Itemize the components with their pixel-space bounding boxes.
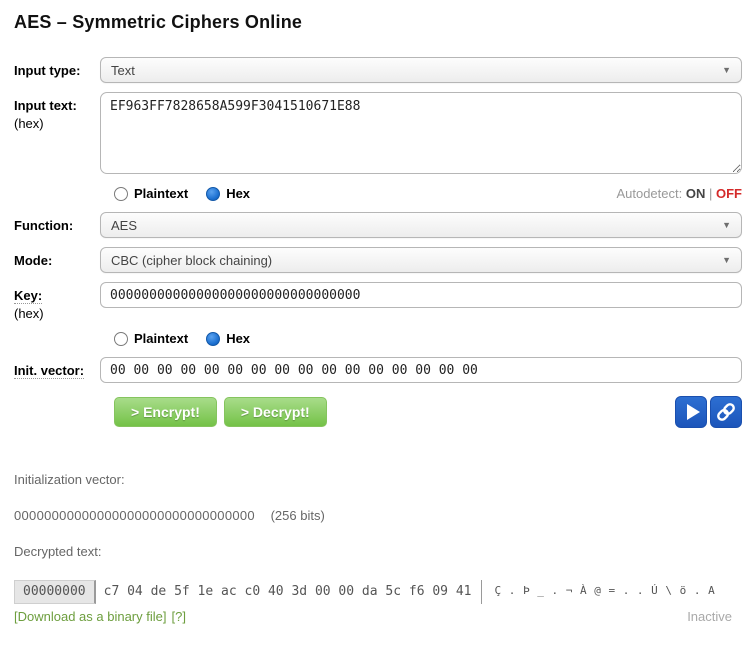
input-type-row: Input type: Text ▼ — [14, 57, 742, 83]
run-button[interactable] — [675, 396, 707, 428]
key-plaintext-radio-label[interactable]: Plaintext — [134, 331, 188, 346]
iv-output-line: 00000000000000000000000000000000 (256 bi… — [14, 508, 742, 523]
autodetect-control: Autodetect: ON | OFF — [616, 186, 742, 201]
decrypted-text-label: Decrypted text: — [14, 544, 742, 559]
autodetect-label: Autodetect: — [616, 186, 682, 201]
key-plaintext-radio[interactable] — [114, 332, 128, 346]
input-hex-radio-label[interactable]: Hex — [226, 186, 250, 201]
output-section: Initialization vector: 00000000000000000… — [14, 472, 742, 624]
aes-tool-page: AES – Symmetric Ciphers Online Input typ… — [0, 0, 752, 624]
function-row: Function: AES ▼ — [14, 212, 742, 238]
init-vector-row: Init. vector: — [14, 357, 742, 383]
input-type-label: Input type: — [14, 57, 100, 80]
actions-row: > Encrypt! > Decrypt! — [114, 396, 742, 428]
download-binary-link[interactable]: [Download as a binary file] — [14, 609, 166, 624]
chain-link-icon — [714, 400, 738, 424]
input-plaintext-radio-label[interactable]: Plaintext — [134, 186, 188, 201]
quick-action-icons — [675, 396, 742, 428]
function-label: Function: — [14, 212, 100, 235]
key-label-hex: (hex) — [14, 305, 100, 323]
autodetect-on-option[interactable]: ON — [686, 186, 706, 201]
iv-output-value: 00000000000000000000000000000000 — [14, 508, 255, 523]
play-icon — [687, 404, 700, 420]
input-type-select[interactable]: Text ▼ — [100, 57, 742, 83]
autodetect-off-option[interactable]: OFF — [716, 186, 742, 201]
status-text: Inactive — [687, 609, 742, 624]
input-text-label-main: Input text: — [14, 98, 77, 113]
key-row: Key: (hex) — [14, 282, 742, 322]
mode-select[interactable]: CBC (cipher block chaining) ▼ — [100, 247, 742, 273]
init-vector-input[interactable] — [100, 357, 742, 383]
input-hex-radio[interactable] — [206, 187, 220, 201]
key-label: Key: (hex) — [14, 282, 100, 322]
chevron-down-icon: ▼ — [722, 220, 733, 230]
hexdump-offset: 00000000 — [14, 580, 96, 604]
key-label-main: Key: — [14, 288, 42, 304]
input-text-row: Input text: (hex) EF963FF7828658A599F304… — [14, 92, 742, 177]
key-format-row: Plaintext Hex — [114, 331, 742, 346]
input-text-area[interactable]: EF963FF7828658A599F3041510671E88 — [100, 92, 742, 174]
decrypt-button[interactable]: > Decrypt! — [224, 397, 327, 427]
help-link[interactable]: [?] — [171, 609, 185, 624]
iv-output-bits: (256 bits) — [271, 508, 325, 523]
autodetect-separator: | — [709, 186, 712, 201]
hexdump-ascii: Ç . Þ _ . ¬ À @ = . . Ú \ ö . A — [481, 580, 715, 604]
chevron-down-icon: ▼ — [722, 65, 733, 75]
init-vector-label-main: Init. vector: — [14, 363, 84, 379]
page-title: AES – Symmetric Ciphers Online — [14, 12, 742, 33]
function-selected-value: AES — [111, 218, 722, 233]
hexdump-bytes: c7 04 de 5f 1e ac c0 40 3d 00 00 da 5c f… — [96, 580, 472, 604]
function-select[interactable]: AES ▼ — [100, 212, 742, 238]
chevron-down-icon: ▼ — [722, 255, 733, 265]
init-vector-label: Init. vector: — [14, 357, 100, 380]
key-hex-radio[interactable] — [206, 332, 220, 346]
mode-selected-value: CBC (cipher block chaining) — [111, 253, 722, 268]
mode-row: Mode: CBC (cipher block chaining) ▼ — [14, 247, 742, 273]
key-input[interactable] — [100, 282, 742, 308]
input-plaintext-radio[interactable] — [114, 187, 128, 201]
iv-output-label: Initialization vector: — [14, 472, 742, 487]
hexdump-footer: [Download as a binary file] [?] Inactive — [14, 609, 742, 624]
hexdump-row: 00000000 c7 04 de 5f 1e ac c0 40 3d 00 0… — [14, 580, 742, 604]
input-format-row: Plaintext Hex Autodetect: ON | OFF — [114, 186, 742, 201]
encrypt-button[interactable]: > Encrypt! — [114, 397, 217, 427]
mode-label: Mode: — [14, 247, 100, 270]
input-text-label: Input text: (hex) — [14, 92, 100, 132]
key-hex-radio-label[interactable]: Hex — [226, 331, 250, 346]
input-text-label-hex: (hex) — [14, 115, 100, 133]
permalink-button[interactable] — [710, 396, 742, 428]
input-type-selected-value: Text — [111, 63, 722, 78]
